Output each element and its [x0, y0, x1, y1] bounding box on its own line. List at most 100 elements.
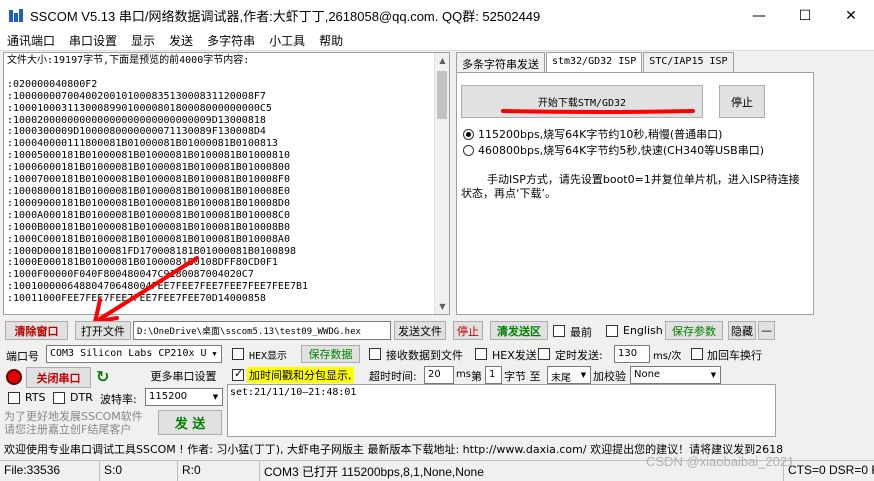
- recv-to-file-label: 接收数据到文件: [386, 349, 463, 362]
- scroll-up-icon[interactable]: ▲: [435, 53, 449, 68]
- csdn-watermark: CSDN @xiaobaibai_2021: [646, 454, 795, 469]
- end-select-value: 末尾: [551, 373, 571, 384]
- tab-multi-string[interactable]: 多条字符串发送: [456, 52, 545, 73]
- send-file-button[interactable]: 发送文件: [394, 321, 446, 340]
- menu-serial-settings[interactable]: 串口设置: [62, 32, 124, 49]
- interval-unit: ms/次: [653, 351, 682, 362]
- hex-display-checkbox[interactable]: [232, 348, 244, 360]
- english-checkbox[interactable]: [606, 325, 618, 337]
- radio-460800[interactable]: 460800bps,烧写64K字节约5秒,快速(CH340等USB串口): [463, 142, 764, 158]
- english-label: English: [623, 324, 663, 337]
- timestamp-label: 加时间戳和分包显示,: [247, 367, 354, 383]
- isp-tab-body: 开始下载STM/GD32 停止 115200bps,烧写64K字节约10秒,稍慢…: [456, 72, 814, 315]
- file-toolbar: 清除窗口 打开文件 D:\OneDrive\桌面\sscom5.13\test0…: [0, 321, 874, 341]
- checksum-label: 加校验: [593, 370, 626, 383]
- collapse-button[interactable]: —: [758, 321, 775, 340]
- status-lines: CTS=0 DSR=0 RLSD=0: [788, 463, 874, 477]
- title-bar: SSCOM V5.13 串口/网络数据调试器,作者:大虾丁丁,2618058@q…: [0, 0, 874, 31]
- send-button[interactable]: 发 送: [158, 410, 222, 435]
- send-text-content: set:21/11/10—21:48:01: [230, 387, 357, 398]
- port-select[interactable]: COM3 Silicon Labs CP210x U ▼: [46, 345, 222, 363]
- status-received: R:0: [178, 461, 260, 481]
- hex-send-checkbox[interactable]: [475, 348, 487, 360]
- byte-to-label: 字节 至: [504, 370, 541, 383]
- radio-unselected-icon: [463, 144, 474, 156]
- radio-selected-icon: [463, 128, 474, 140]
- interval-input[interactable]: 130: [614, 345, 650, 363]
- menu-send[interactable]: 发送: [162, 32, 200, 49]
- receive-text: 文件大小:19197字节,下面是预览的前4000字节内容: :020000040…: [4, 53, 449, 307]
- add-crlf-checkbox[interactable]: [691, 348, 703, 360]
- radio-115200[interactable]: 115200bps,烧写64K字节约10秒,稍慢(普通串口): [463, 126, 722, 142]
- checksum-select[interactable]: None ▼: [630, 366, 721, 384]
- port-toolbar: 端口号 COM3 Silicon Labs CP210x U ▼ HEX显示 保存…: [0, 344, 874, 364]
- maximize-button[interactable]: ☐: [782, 0, 828, 31]
- receive-scrollbar[interactable]: ▲ ▼: [434, 53, 449, 314]
- isp-stop-button[interactable]: 停止: [719, 85, 765, 118]
- window-title: SSCOM V5.13 串口/网络数据调试器,作者:大虾丁丁,2618058@q…: [30, 9, 541, 24]
- receive-lines: :020000040800F2 :10000000700400200101000…: [7, 78, 309, 305]
- add-crlf-label: 加回车换行: [707, 349, 762, 362]
- status-sent: S:0: [100, 461, 178, 481]
- baud-select[interactable]: 115200 ▼: [145, 388, 223, 406]
- menu-display[interactable]: 显示: [124, 32, 162, 49]
- promo-text[interactable]: 为了更好地发展SSCOM软件 请您注册嘉立创F结尾客户: [4, 410, 143, 436]
- dtr-label: DTR: [70, 391, 93, 404]
- recv-to-file-checkbox[interactable]: [369, 348, 381, 360]
- menu-port[interactable]: 通讯端口: [0, 32, 62, 49]
- checksum-select-value: None: [634, 369, 661, 380]
- close-button[interactable]: ✕: [828, 0, 874, 31]
- clear-window-button[interactable]: 清除窗口: [5, 321, 68, 340]
- send-textarea[interactable]: set:21/11/10—21:48:01: [227, 384, 776, 437]
- save-params-button[interactable]: 保存参数: [665, 321, 723, 340]
- rts-checkbox[interactable]: [8, 392, 20, 404]
- menu-tools[interactable]: 小工具: [262, 32, 312, 49]
- chevron-down-icon: ▼: [212, 350, 217, 358]
- tab-stc-isp[interactable]: STC/IAP15 ISP: [643, 52, 734, 73]
- scroll-down-icon[interactable]: ▼: [435, 299, 449, 314]
- isp-panel: 多条字符串发送 stm32/GD32 ISP STC/IAP15 ISP 开始下…: [456, 52, 874, 315]
- hide-button[interactable]: 隐藏: [728, 321, 756, 340]
- always-on-top-label: 最前: [570, 326, 592, 339]
- dtr-checkbox[interactable]: [53, 392, 65, 404]
- baud-select-value: 115200: [149, 391, 188, 402]
- port-select-value: COM3 Silicon Labs CP210x U: [50, 348, 207, 359]
- chevron-down-icon: ▼: [710, 371, 717, 379]
- status-file: File:33536: [0, 461, 100, 481]
- radio-115200-label: 115200bps,烧写64K字节约10秒,稍慢(普通串口): [478, 128, 723, 141]
- receive-header: 文件大小:19197字节,下面是预览的前4000字节内容:: [7, 55, 250, 66]
- hex-display-label: HEX显示: [249, 351, 288, 362]
- hex-send-label: HEX发送: [492, 349, 537, 362]
- chevron-down-icon: ▼: [580, 371, 587, 379]
- isp-instructions: 手动ISP方式，请先设置boot0=1并复位单片机，进入ISP待连接状态，再点‘…: [461, 173, 806, 201]
- end-select[interactable]: 末尾 ▼: [547, 366, 591, 384]
- timed-send-label: 定时发送:: [555, 349, 603, 362]
- chevron-down-icon: ▼: [212, 393, 219, 401]
- port-label: 端口号: [6, 350, 39, 363]
- byte-start-input[interactable]: 1: [485, 366, 502, 384]
- timeout-input[interactable]: 20: [424, 366, 454, 384]
- nth-label: 第: [471, 370, 482, 383]
- radio-460800-label: 460800bps,烧写64K字节约5秒,快速(CH340等USB串口): [478, 144, 764, 157]
- start-download-button[interactable]: 开始下载STM/GD32: [461, 85, 703, 118]
- ms-label: ms: [456, 369, 471, 380]
- open-file-button[interactable]: 打开文件: [75, 321, 131, 340]
- rts-label: RTS: [25, 391, 46, 404]
- menu-multi-string[interactable]: 多字符串: [200, 32, 262, 49]
- timeout-label: 超时时间:: [369, 370, 417, 383]
- timestamp-checkbox[interactable]: [232, 367, 244, 381]
- isp-instructions-text: 手动ISP方式，请先设置boot0=1并复位单片机，进入ISP待连接状态，再点‘…: [461, 173, 800, 200]
- stop-button[interactable]: 停止: [453, 321, 483, 340]
- file-path-input[interactable]: D:\OneDrive\桌面\sscom5.13\test09_WWDG.hex: [133, 321, 391, 340]
- minimize-button[interactable]: —: [736, 0, 782, 31]
- timestamp-toolbar: 加时间戳和分包显示, 超时时间: 20 ms 第 1 字节 至 末尾▼ 加校验 …: [0, 366, 874, 386]
- receive-area[interactable]: 文件大小:19197字节,下面是预览的前4000字节内容: :020000040…: [3, 52, 450, 315]
- timed-send-checkbox[interactable]: [538, 348, 550, 360]
- scroll-thumb[interactable]: [437, 71, 447, 119]
- baud-label: 波特率:: [100, 393, 137, 406]
- clear-send-button[interactable]: 清发送区: [490, 321, 548, 340]
- menu-help[interactable]: 帮助: [312, 32, 350, 49]
- always-on-top-checkbox[interactable]: [553, 325, 565, 337]
- tab-stm32-isp[interactable]: stm32/GD32 ISP: [546, 52, 643, 73]
- save-data-button[interactable]: 保存数据: [301, 345, 360, 363]
